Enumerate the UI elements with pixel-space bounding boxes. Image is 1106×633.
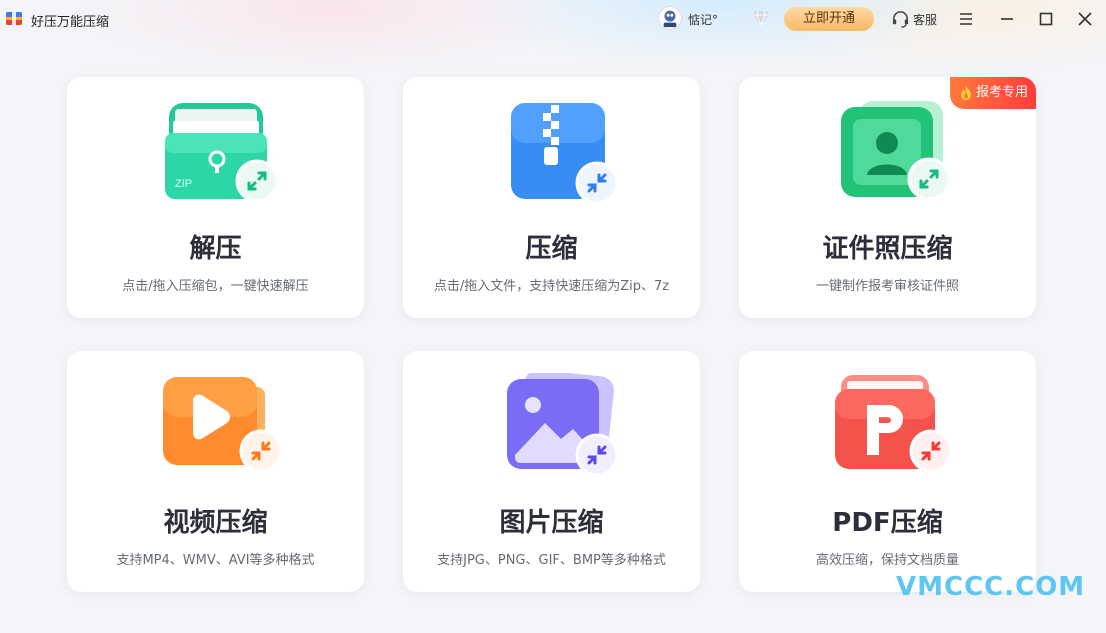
menu-icon[interactable] <box>955 8 977 30</box>
card-title: PDF压缩 <box>832 508 943 538</box>
maximize-icon[interactable] <box>1035 8 1057 30</box>
user-avatar-icon <box>663 10 677 28</box>
exam-badge-label: 报考专用 <box>975 85 1028 100</box>
minimize-icon[interactable] <box>996 8 1018 30</box>
video-icon <box>163 377 281 473</box>
zip-folder-icon: ZIP <box>165 103 279 203</box>
card-title: 图片压缩 <box>499 508 604 538</box>
title-bar: 好压万能压缩 惦记° 立即开通 客服 <box>0 0 1106 38</box>
card-description: 支持MP4、WMV、AVI等多种格式 <box>116 553 315 568</box>
card-title: 证件照压缩 <box>822 234 953 264</box>
card-description: 点击/拖入文件，支持快速压缩为Zip、7z <box>433 279 670 294</box>
customer-service-label: 客服 <box>913 12 938 27</box>
pdf-icon <box>835 375 953 473</box>
card-decompress[interactable]: ZIP 解压 点击/拖入压缩包，一键快速解压 <box>67 77 364 318</box>
card-pdf-compress[interactable]: PDF压缩 高效压缩，保持文档质量 <box>739 351 1036 592</box>
card-title: 视频压缩 <box>163 508 268 538</box>
card-title: 压缩 <box>525 234 578 264</box>
card-video-compress[interactable]: 视频压缩 支持MP4、WMV、AVI等多种格式 <box>67 351 364 592</box>
exam-badge: 报考专用 <box>949 77 1036 109</box>
id-photo-icon <box>841 101 951 201</box>
vip-activate-button[interactable]: 立即开通 <box>784 7 874 31</box>
flame-icon <box>960 86 971 100</box>
svg-text:ZIP: ZIP <box>175 178 192 190</box>
image-icon <box>507 373 617 477</box>
card-title: 解压 <box>189 234 242 264</box>
customer-service-button[interactable]: 客服 <box>891 7 937 31</box>
headset-icon <box>892 10 909 28</box>
avatar[interactable] <box>658 6 682 30</box>
user-name[interactable]: 惦记° <box>688 11 718 28</box>
card-compress[interactable]: 压缩 点击/拖入文件，支持快速压缩为Zip、7z <box>403 77 700 318</box>
app-title: 好压万能压缩 <box>31 15 110 30</box>
card-id-photo-compress[interactable]: 报考专用 证件照压缩 一键制作报考审核证件照 <box>739 77 1036 318</box>
card-description: 一键制作报考审核证件照 <box>815 279 959 294</box>
card-description: 点击/拖入压缩包，一键快速解压 <box>122 279 309 294</box>
card-description: 高效压缩，保持文档质量 <box>815 553 959 568</box>
diamond-icon[interactable] <box>752 10 770 26</box>
watermark: VMCCC.COM <box>896 572 1086 602</box>
zipper-file-icon <box>511 103 617 205</box>
card-image-compress[interactable]: 图片压缩 支持JPG、PNG、GIF、BMP等多种格式 <box>403 351 700 592</box>
card-description: 支持JPG、PNG、GIF、BMP等多种格式 <box>437 553 666 568</box>
close-icon[interactable] <box>1074 8 1096 30</box>
app-logo-icon <box>6 11 22 26</box>
